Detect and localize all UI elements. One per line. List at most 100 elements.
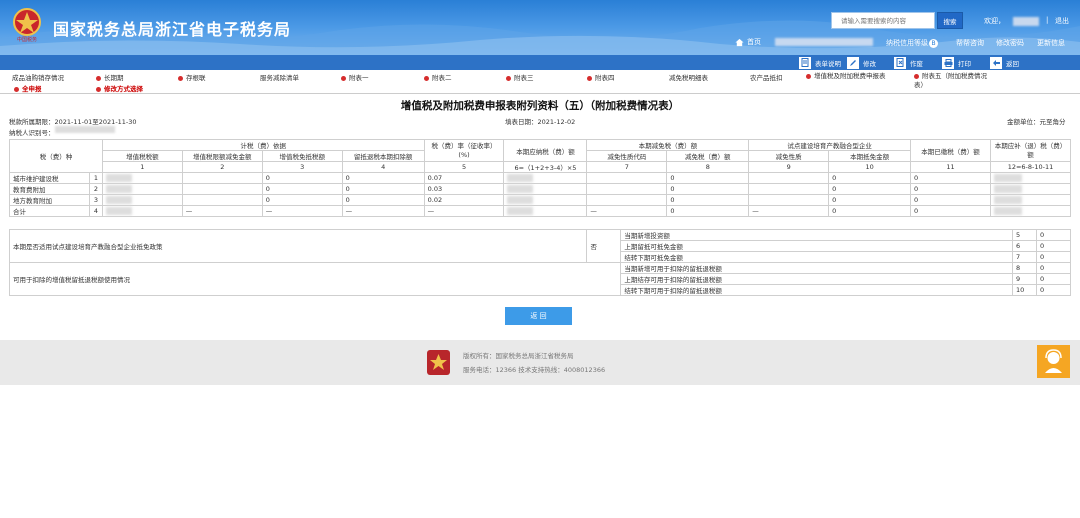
customer-service-button[interactable] [1037,345,1070,378]
info-item-value[interactable]: 0 [1036,229,1071,241]
void-button[interactable]: 作废 [894,56,923,69]
column-number: 1 [101,161,183,173]
column-number: 3 [261,161,343,173]
home-link[interactable]: 首页 [735,37,761,47]
relief-nature-cell [748,172,830,184]
back-button[interactable]: 返回 [990,56,1019,69]
info-item-value[interactable]: 0 [1036,273,1071,285]
tab-long-period[interactable]: 长期期 [96,72,124,82]
tab-vat-main-form[interactable]: 增值税及附加税费申报表 [806,72,901,81]
vat-amount-cell[interactable] [101,183,183,195]
table-row: 城市维护建设税 1 0 0 0.07 0 0 0 [9,172,1072,184]
info-item-value[interactable]: 0 [1036,240,1071,252]
full-declaration-button[interactable]: 全申报 [14,83,42,93]
info-item-label: 结转下期可抵免金额 [620,251,1014,263]
dash-cell: — [423,205,505,217]
subheader-refund-deduction: 留抵退税本期扣除额 [341,150,425,162]
return-button[interactable]: 返 回 [505,307,572,325]
tab-label: 附表五（附加税费情况表） [914,72,987,89]
tax-due-cell [503,183,588,195]
change-password-link[interactable]: 修改密码 [996,38,1024,48]
relief-code-cell[interactable] [586,172,668,184]
subheader-relief-code: 减免性质代码 [586,150,668,162]
total-paid-cell: 0 [910,205,991,217]
tax-paid-cell[interactable]: 0 [910,194,991,206]
logout-link[interactable]: 退出 [1055,16,1069,26]
tab-tax-reduction-detail[interactable]: 减免税明细表 [669,72,708,82]
search-input[interactable] [831,12,935,29]
vat-amount-cell[interactable] [101,172,183,184]
redacted-value [507,174,534,182]
row-number: 3 [88,194,103,206]
dash-cell: — [748,205,830,217]
row-number: 2 [88,183,103,195]
user-name-redacted [1013,16,1039,26]
tab-schedule-1[interactable]: 附表一 [341,72,369,82]
redacted-value [105,174,132,182]
print-button[interactable]: 打印 [942,56,971,69]
redacted-value [507,185,534,193]
relief-amount-cell[interactable]: 0 [666,172,750,184]
total-relief-cell: 0 [666,205,750,217]
info-row: 可用于扣除的增值税留抵退税额使用情况 当期新增可用于扣除的留抵退税额 8 0 [8,262,1071,296]
pilot-policy-answer[interactable]: 否 [586,229,622,263]
subheader-vat-limit-relief: 增值税限额减免金额 [181,150,263,162]
vat-exempt-offset-cell[interactable]: 0 [261,172,343,184]
refund-deduction-cell[interactable]: 0 [341,194,425,206]
tab-label: 修改方式选择 [104,85,143,93]
back-label: 返回 [1006,59,1019,68]
vat-limit-relief-cell[interactable] [181,194,263,206]
relief-nature-cell [748,194,830,206]
column-number: 2 [181,161,263,173]
form-tab-strip: 成品油购销存情况 长期期 存根联 服务减除清单 附表一 附表二 附表三 附表四 … [0,70,1080,94]
relief-code-cell[interactable] [586,194,668,206]
customer-service-icon [1045,349,1062,373]
void-label: 作废 [910,59,923,68]
tab-service-deduction[interactable]: 服务减除清单 [260,72,299,82]
tax-paid-cell[interactable]: 0 [910,183,991,195]
vat-limit-relief-cell[interactable] [181,172,263,184]
form-instructions-button[interactable]: 表单说明 [799,56,841,69]
tab-schedule-4[interactable]: 附表四 [587,72,615,82]
redacted-value [507,196,534,204]
form-toolbar: 表单说明 修改 作废 打印 返回 [0,55,1080,70]
tax-refund-cell [989,183,1072,195]
tab-refined-oil[interactable]: 成品油购销存情况 [12,72,64,82]
vat-limit-relief-cell[interactable] [181,183,263,195]
info-item-value: 0 [1036,284,1071,296]
subheader-vat: 增值税税额 [101,150,183,162]
edit-mode-select-button[interactable]: 修改方式选择 [96,83,143,93]
vat-amount-cell[interactable] [101,194,183,206]
tab-schedule-2[interactable]: 附表二 [424,72,452,82]
table-column-number-row: 1 2 3 4 5 6=（1+2+3-4）×5 7 8 9 10 11 12=6… [10,161,1072,173]
relief-amount-cell[interactable]: 0 [666,194,750,206]
header-tax-relief: 本期减免税（费）额 [586,139,750,151]
tax-due-cell [503,172,588,184]
tab-agricultural-deduction[interactable]: 农产品抵扣 [750,72,783,82]
vat-exempt-offset-cell[interactable]: 0 [261,183,343,195]
column-number: 12=6-8-10-11 [989,161,1072,173]
dash-cell: — [341,205,425,217]
info-item-number: 5 [1012,229,1037,241]
refund-deduction-cell[interactable]: 0 [341,183,425,195]
tax-paid-cell[interactable]: 0 [910,172,991,184]
tab-label: 附表二 [432,74,452,82]
table-header-row: 税（费）种 计税（费）依据 税（费）率（征收率）(%) 本期应纳税（费）额 本期… [9,139,1072,173]
home-icon [735,38,744,46]
refund-deduction-cell[interactable]: 0 [341,172,425,184]
relief-amount-cell[interactable]: 0 [666,183,750,195]
error-dot-icon [914,73,919,79]
taxpayer-id-label: 纳税人识别号： [9,129,55,137]
tab-stub[interactable]: 存根联 [178,72,206,82]
edit-button[interactable]: 修改 [847,56,876,69]
vat-exempt-offset-cell[interactable]: 0 [261,194,343,206]
tab-schedule-3[interactable]: 附表三 [506,72,534,82]
tab-schedule-5[interactable]: 附表五（附加税费情况表） [914,72,994,90]
credit-status-link[interactable]: 纳税信用等级 B [886,38,938,48]
help-link[interactable]: 帮帮咨询 [956,38,984,48]
relief-code-cell[interactable] [586,183,668,195]
info-item-value[interactable]: 0 [1036,262,1071,274]
update-info-link[interactable]: 更新信息 [1037,38,1065,48]
search-button[interactable]: 搜索 [937,12,963,29]
subheader-offset-amount: 本期抵免金额 [828,150,912,162]
